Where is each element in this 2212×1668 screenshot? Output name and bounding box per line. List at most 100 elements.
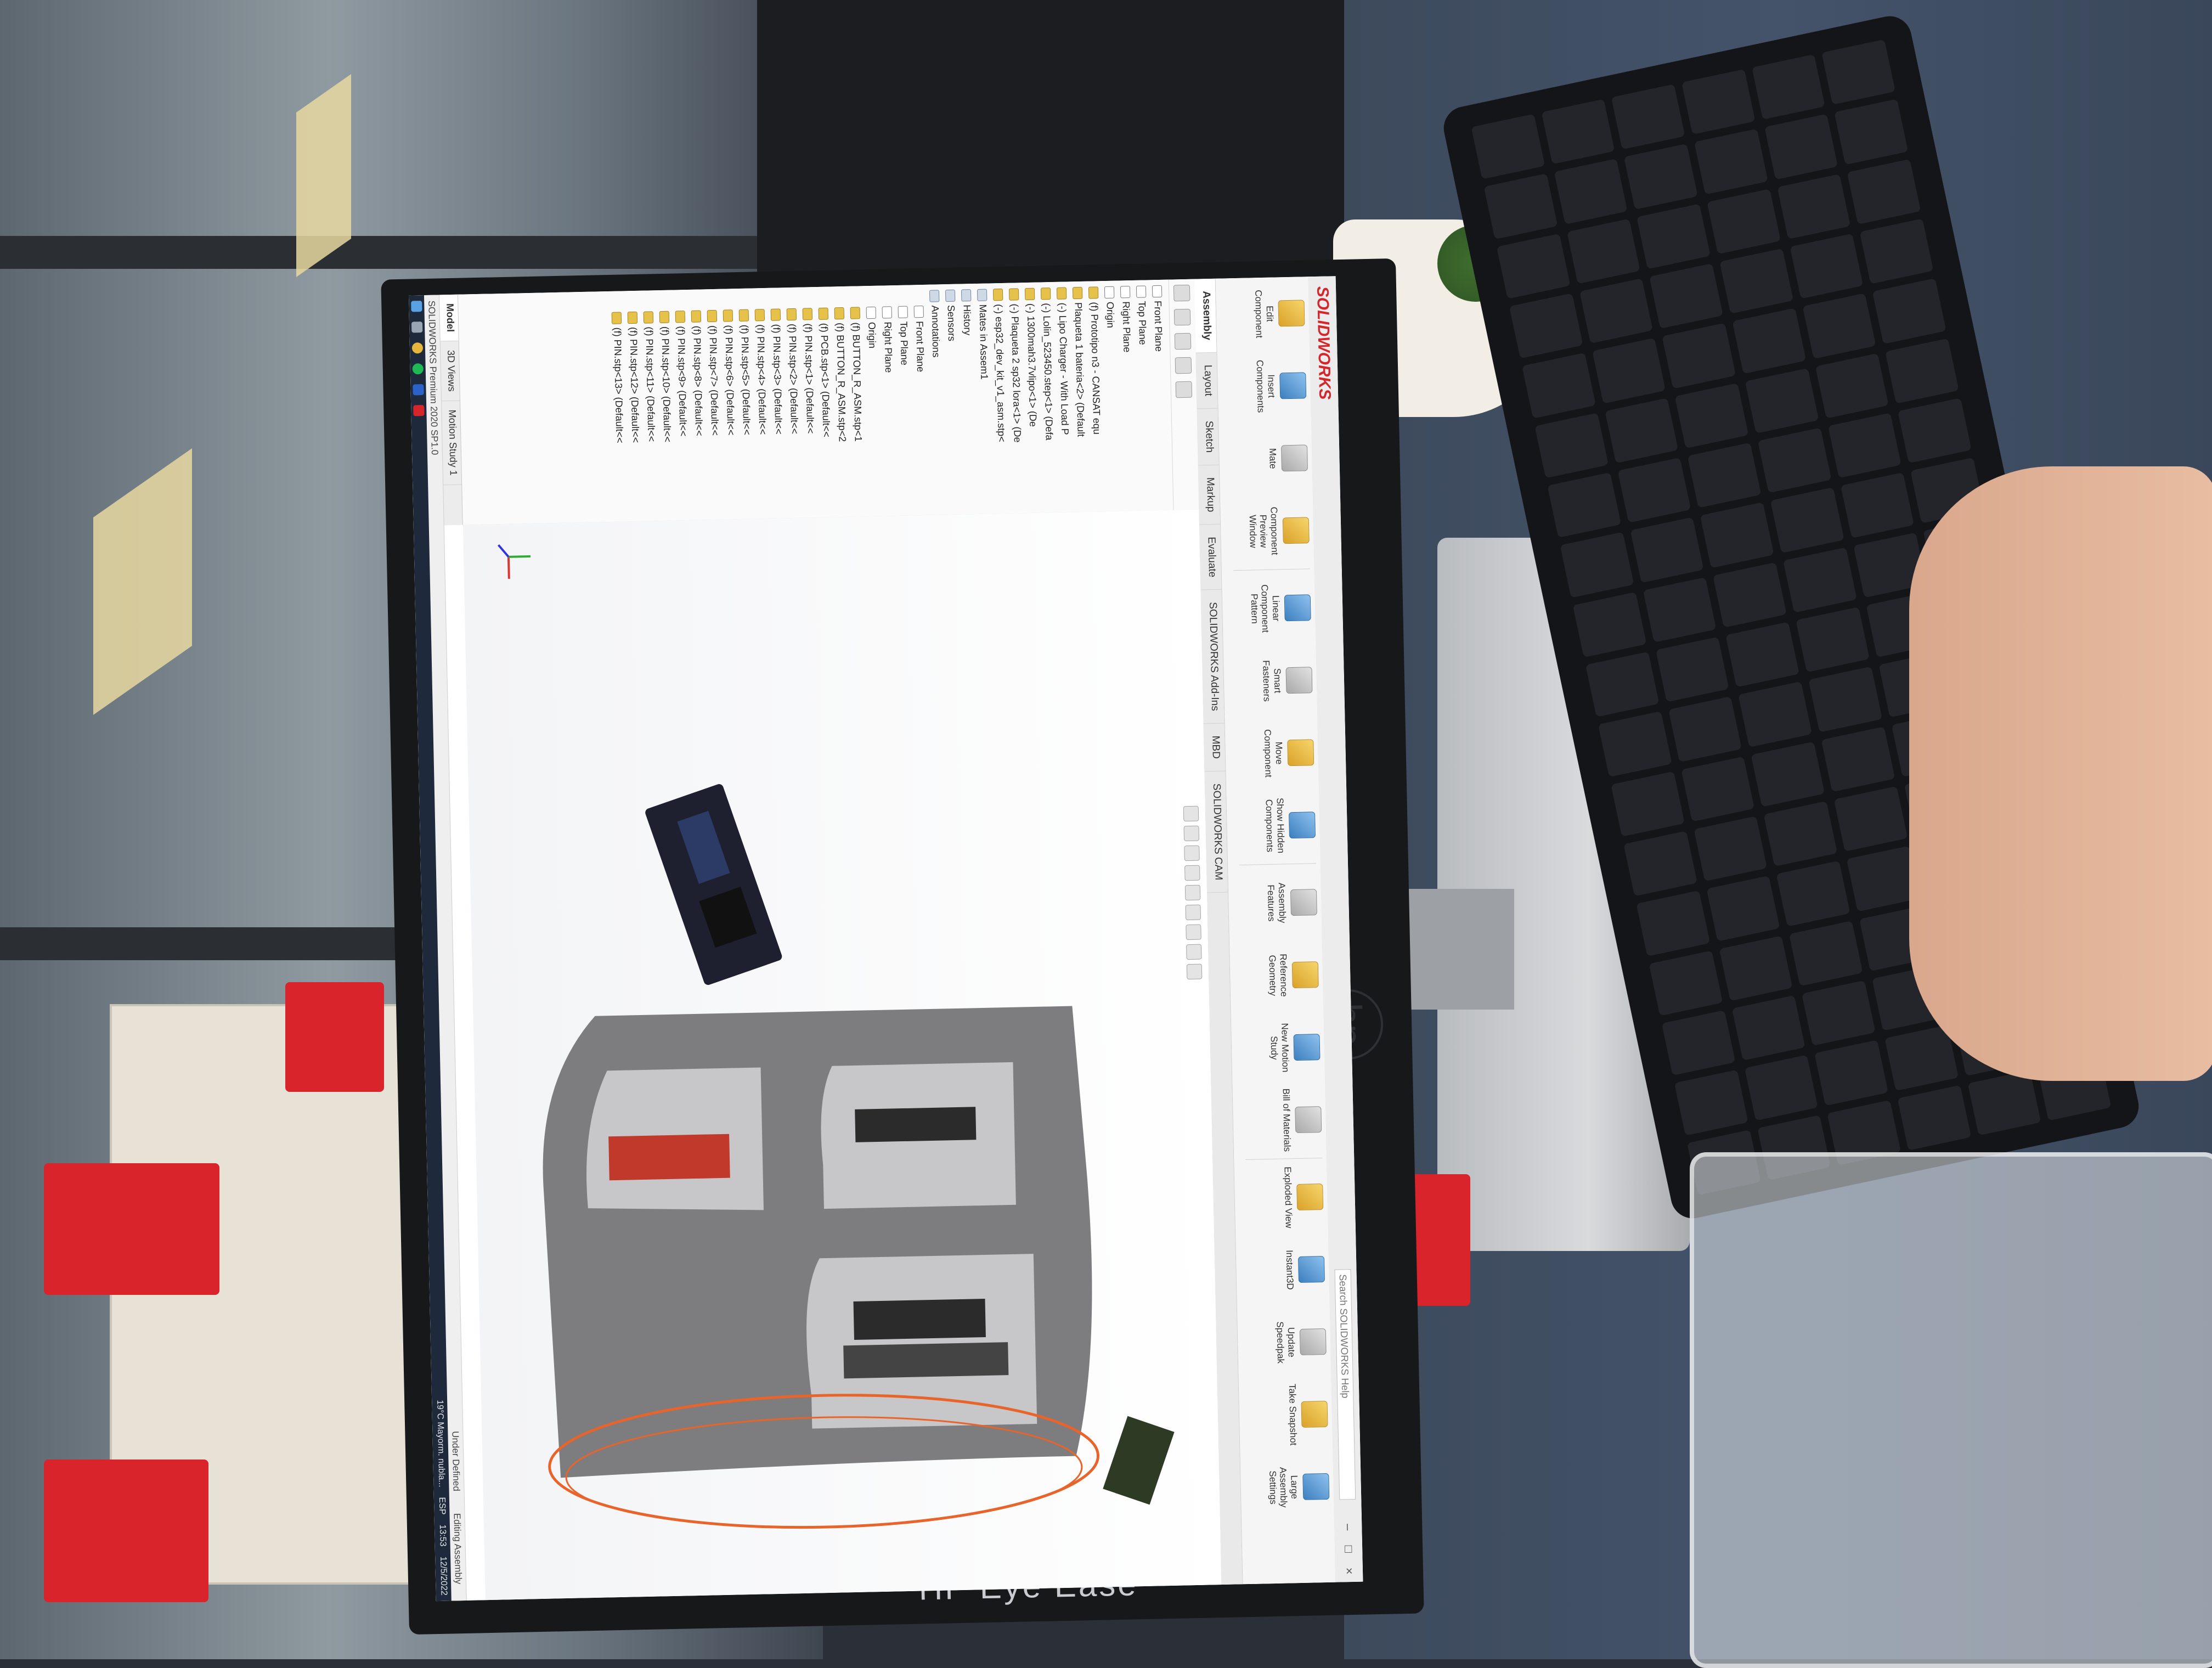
command-tab[interactable]: Assembly — [1194, 278, 1217, 353]
feature-tree-icon[interactable] — [1173, 284, 1190, 302]
minimize-icon[interactable]: – — [1341, 1516, 1356, 1539]
keyboard-key — [1471, 114, 1545, 179]
command-button[interactable]: New Motion Study — [1268, 1014, 1321, 1081]
tree-item-label: (-) Lolin_523450.step<1> (Defa — [1041, 303, 1055, 441]
insert-components-icon — [1279, 372, 1307, 399]
keyboard-key — [1707, 188, 1781, 255]
bottom-tab[interactable]: Model — [438, 294, 459, 342]
keyboard-key — [1898, 398, 1972, 464]
part-icon — [993, 288, 1003, 301]
keyboard-key — [1509, 293, 1583, 359]
command-tab[interactable]: Markup — [1198, 465, 1221, 525]
command-button[interactable]: Smart Fasteners — [1261, 647, 1313, 714]
command-button[interactable]: Large Assembly Settings — [1267, 1453, 1330, 1520]
command-button[interactable]: Move Component — [1262, 719, 1314, 786]
esp32-board-model[interactable] — [644, 783, 783, 986]
command-tab[interactable]: Layout — [1195, 352, 1218, 409]
spotify-icon[interactable] — [412, 363, 424, 375]
part-icon — [819, 307, 829, 320]
part-icon — [723, 309, 733, 322]
keyboard-key — [1694, 816, 1768, 882]
command-button[interactable]: Insert Components — [1254, 352, 1307, 419]
command-button[interactable]: Bill of Materials — [1280, 1086, 1322, 1153]
keyboard-key — [1808, 667, 1882, 732]
tree-item-label: Plaqueta 1 bateria<2> (Default — [1073, 302, 1087, 437]
keyboard-key — [1802, 980, 1876, 1046]
command-tab[interactable]: Sketch — [1197, 408, 1219, 466]
part-icon — [628, 311, 638, 324]
dimxpert-icon[interactable] — [1175, 357, 1192, 374]
keyboard-key — [1630, 517, 1704, 583]
reference-geometry-icon — [1291, 961, 1319, 989]
keyboard-key — [1617, 457, 1691, 523]
windows-start-icon[interactable] — [411, 301, 422, 312]
solidworks-taskbar-icon[interactable] — [413, 405, 425, 416]
command-button[interactable]: Show Hidden Components — [1263, 792, 1316, 859]
folder-icon — [945, 289, 956, 302]
assembly-model[interactable] — [463, 510, 1222, 1601]
tree-item-label: Top Plane — [1136, 301, 1149, 345]
tree-item-label: (f) PIN.stp<2> (Default<< — [787, 323, 800, 435]
keyboard-key — [1700, 502, 1774, 568]
tree-item-label: (-) esp32_dev_kit_v1_asm.stp< — [993, 303, 1007, 442]
command-button[interactable]: Update Speedpak — [1274, 1309, 1327, 1376]
app-c-icon[interactable] — [413, 384, 424, 396]
command-button[interactable]: Component Preview Window — [1246, 497, 1310, 564]
part-icon — [612, 312, 622, 324]
command-label: Reference Geometry — [1267, 954, 1290, 997]
chrome-icon[interactable] — [411, 342, 424, 354]
tree-item-label: Origin — [1104, 301, 1116, 329]
keyboard-key — [1897, 1085, 1971, 1151]
keyboard-key — [1847, 159, 1921, 224]
weather-widget[interactable]: 19°C Mayorm. nubla... — [435, 1400, 446, 1487]
part-icon — [771, 308, 781, 321]
display-manager-icon[interactable] — [1175, 381, 1193, 398]
keyboard-key — [1802, 293, 1876, 359]
command-button[interactable]: Instant3D — [1284, 1236, 1325, 1303]
tree-item-label: (f) PIN.stp<4> (Default<< — [755, 324, 769, 435]
tree-item-label: (f) Prototipo n3 - CANSAT equ — [1088, 302, 1103, 435]
keyboard-key — [1649, 263, 1723, 329]
keyboard-key — [1668, 696, 1742, 762]
language-indicator[interactable]: ESP — [437, 1497, 447, 1514]
command-button[interactable]: Assembly Features — [1265, 869, 1318, 936]
command-tab[interactable]: Evaluate — [1199, 524, 1222, 590]
command-button[interactable]: Take Snapshot — [1286, 1381, 1328, 1448]
tree-item-label: History — [961, 305, 973, 336]
cansat-shell-model[interactable] — [540, 1006, 1100, 1533]
edit-component-icon — [1278, 300, 1305, 327]
plane-icon — [882, 306, 893, 319]
configuration-manager-icon[interactable] — [1174, 333, 1192, 350]
clock-date[interactable]: 12/5/2022 — [438, 1556, 448, 1596]
command-tab[interactable]: SOLIDWORKS CAM — [1204, 771, 1228, 893]
keyboard-key — [1674, 1069, 1748, 1136]
graphics-area[interactable] — [462, 509, 1222, 1601]
sensor-board-model[interactable] — [1103, 1416, 1175, 1505]
clock-time[interactable]: 13:53 — [437, 1524, 448, 1546]
command-tab[interactable]: MBD — [1203, 723, 1226, 772]
part-icon — [787, 308, 797, 321]
part-icon — [739, 309, 749, 322]
command-tab[interactable]: SOLIDWORKS Add-Ins — [1200, 589, 1224, 724]
command-button[interactable]: Linear Component Pattern — [1248, 574, 1311, 641]
command-separator — [1239, 863, 1317, 866]
keyboard-key — [1744, 1055, 1819, 1121]
property-manager-icon[interactable] — [1173, 308, 1191, 326]
bottom-tab[interactable]: Motion Study 1 — [441, 401, 462, 486]
task-view-icon[interactable] — [411, 322, 423, 333]
keyboard-key — [1572, 591, 1647, 658]
show-hidden-icon — [1289, 812, 1316, 839]
speedpak-icon — [1299, 1328, 1327, 1355]
plane-icon — [1120, 286, 1131, 298]
command-button[interactable]: Edit Component — [1253, 280, 1306, 347]
command-button[interactable]: Reference Geometry — [1267, 942, 1319, 1008]
command-button[interactable]: Exploded View — [1282, 1164, 1324, 1231]
part-icon — [1025, 288, 1035, 301]
tree-item-label: Right Plane — [882, 322, 895, 373]
command-button[interactable]: Mate — [1267, 425, 1308, 492]
bottom-tab[interactable]: 3D Views — [439, 341, 460, 402]
close-icon[interactable]: × — [1342, 1560, 1357, 1582]
maximize-icon[interactable]: □ — [1341, 1538, 1356, 1560]
keyboard-key — [1655, 636, 1730, 702]
help-search-input[interactable] — [1334, 1269, 1356, 1500]
